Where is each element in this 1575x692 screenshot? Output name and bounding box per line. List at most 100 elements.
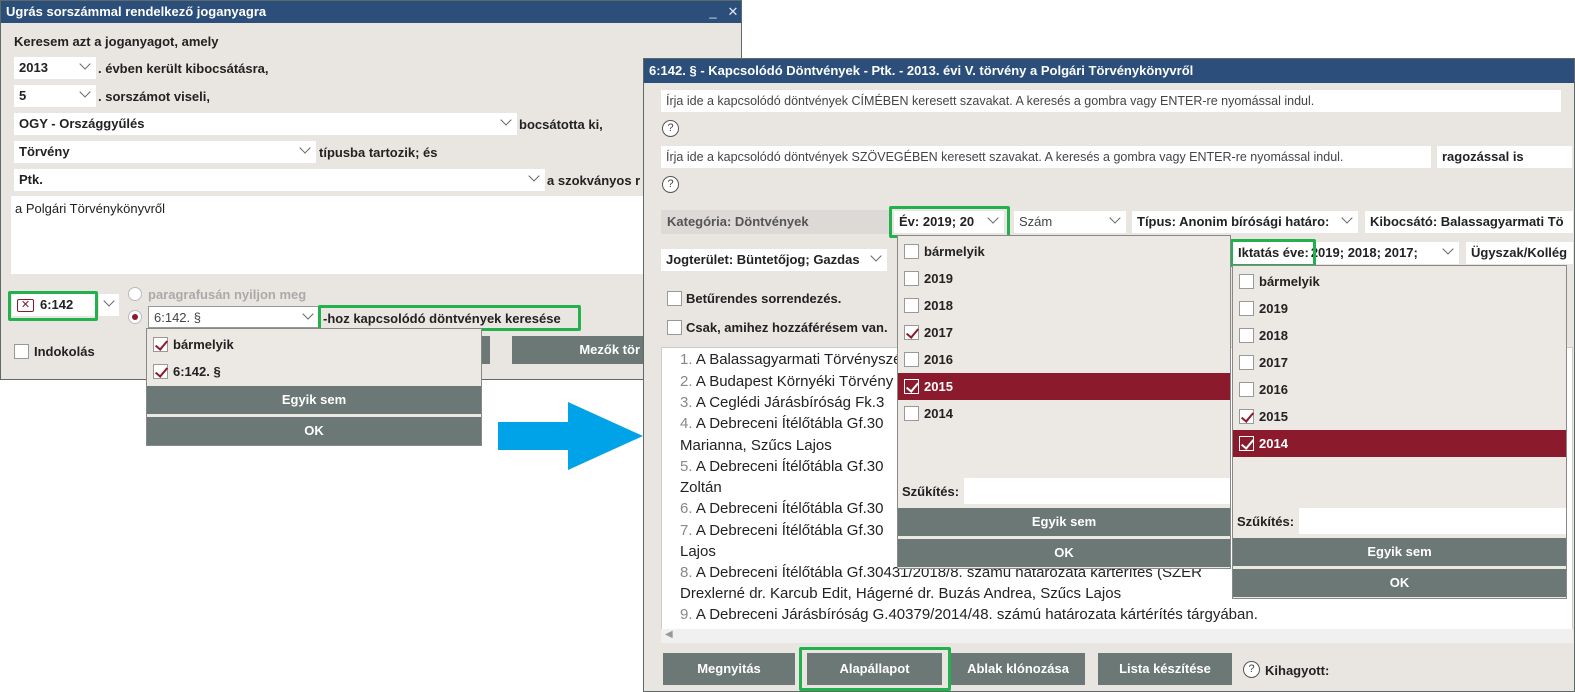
filing-year-dropdown: bármelyik 2019 2018 2017 2016 2015 2014 Szűkít… xyxy=(1232,265,1567,599)
help-icon[interactable]: ? xyxy=(662,120,679,137)
year-option-label: 2016 xyxy=(1259,382,1288,397)
long-title-area[interactable]: a Polgári Törvénykönyvről xyxy=(11,196,671,274)
year-select-value: 2013 xyxy=(19,60,48,75)
list-item[interactable]: 2. A Budapest Környéki Törvény xyxy=(680,373,893,390)
paragraph-option-label: bármelyik xyxy=(173,337,234,352)
year-option[interactable]: 2014 xyxy=(1233,430,1566,457)
indokolas-checkbox[interactable] xyxy=(14,344,29,359)
short-name-select[interactable]: Ptk. xyxy=(14,169,545,191)
paragraph-select[interactable]: 6:142. § xyxy=(148,306,320,328)
title-search-input[interactable]: Írja ide a kapcsolódó döntvények CÍMÉBEN… xyxy=(661,90,1561,112)
close-icon[interactable]: ✕ xyxy=(725,1,741,23)
help-icon[interactable]: ? xyxy=(662,176,679,193)
year-suffix: . évben került kibocsátásra, xyxy=(98,61,269,76)
text-search-input[interactable]: Írja ide a kapcsolódó döntvények SZÖVEGÉ… xyxy=(661,146,1431,168)
fields-clear-button[interactable]: Mezők tör xyxy=(512,336,646,364)
paragraph-option-6142[interactable]: 6:142. § xyxy=(147,358,481,385)
section-dropdown-button[interactable] xyxy=(99,294,119,316)
chevron-down-icon xyxy=(1108,213,1122,227)
list-item-cont: Zoltán xyxy=(680,479,722,496)
radio-open-paragraph-label: paragrafusán nyiljon meg xyxy=(148,287,307,302)
year-option-label: 2016 xyxy=(924,352,953,367)
number-select[interactable]: 5 xyxy=(14,85,96,107)
checkbox-icon xyxy=(1239,355,1254,370)
results-scrollbar[interactable]: ◀ xyxy=(661,629,1573,643)
open-button[interactable]: Megnyitás xyxy=(663,653,795,685)
paragraph-select-value: 6:142. § xyxy=(154,310,201,325)
year-option[interactable]: bármelyik xyxy=(1233,268,1566,295)
list-item[interactable]: 4. A Debreceni Ítélőtábla Gf.30 xyxy=(680,415,883,432)
type-select[interactable]: Törvény xyxy=(14,141,316,163)
list-item[interactable]: 3. A Ceglédi Járásbíróság Fk.3 xyxy=(680,394,884,411)
type-select-value: Törvény xyxy=(19,144,70,159)
clone-button[interactable]: Ablak klónozása xyxy=(951,653,1085,685)
paragraph-option-any[interactable]: bármelyik xyxy=(147,331,481,358)
title-search-placeholder: Írja ide a kapcsolódó döntvények CÍMÉBEN… xyxy=(666,94,1315,108)
year-none-button[interactable]: Egyik sem xyxy=(898,508,1230,536)
year-select[interactable]: 2013 xyxy=(14,57,96,79)
help-icon[interactable]: ? xyxy=(1243,661,1260,678)
type-filter[interactable]: Típus: Anonim bírósági határo: xyxy=(1132,211,1358,233)
number-filter[interactable]: Szám xyxy=(1014,211,1126,233)
checkbox-icon xyxy=(904,244,919,259)
radio-related-search[interactable] xyxy=(128,310,142,324)
number-filter-value: Szám xyxy=(1019,214,1053,229)
year-option[interactable]: bármelyik xyxy=(898,238,1230,265)
list-item[interactable]: 5. A Debreceni Ítélőtábla Gf.30 xyxy=(680,458,883,475)
year-option[interactable]: 2016 xyxy=(1233,376,1566,403)
year-option-label: 2018 xyxy=(924,298,953,313)
filing-none-button[interactable]: Egyik sem xyxy=(1233,538,1566,566)
list-item[interactable]: 9. A Debreceni Járásbíróság G.40379/2014… xyxy=(680,606,1258,623)
list-item-cont: Lajos xyxy=(680,543,716,560)
paragraph-none-button[interactable]: Egyik sem xyxy=(147,386,481,414)
list-item[interactable]: 7. A Debreceni Ítélőtábla Gf.30 xyxy=(680,522,883,539)
highlight-year-filter xyxy=(889,206,1010,238)
year-option[interactable]: 2016 xyxy=(898,346,1230,373)
scroll-left-icon[interactable]: ◀ xyxy=(665,629,673,640)
checkbox-icon xyxy=(1239,409,1254,424)
year-option[interactable]: 2015 xyxy=(1233,403,1566,430)
checkbox-icon xyxy=(153,364,168,379)
alphabetical-label: Betűrendes sorrendezés. xyxy=(686,291,842,306)
alphabetical-checkbox[interactable] xyxy=(667,291,682,306)
checkbox-icon xyxy=(1239,301,1254,316)
inflection-toggle[interactable]: ragozással is xyxy=(1437,146,1572,168)
filing-narrow-row: Szűkítés: xyxy=(1233,508,1566,534)
list-item-cont: Drexlerné dr. Karcub Edit, Hágerné dr. B… xyxy=(680,585,1122,602)
issuer-filter[interactable]: Kibocsátó: Balassagyarmati Tö xyxy=(1365,211,1573,233)
number-select-value: 5 xyxy=(19,88,27,103)
paragraph-ok-button[interactable]: OK xyxy=(147,417,481,445)
year-option-label: 2015 xyxy=(924,379,953,394)
list-item[interactable]: 6. A Debreceni Ítélőtábla Gf.30 xyxy=(680,500,883,517)
year-option[interactable]: 2018 xyxy=(898,292,1230,319)
category-filter[interactable]: Kategória: Döntvények xyxy=(661,210,891,234)
year-narrow-input[interactable] xyxy=(964,478,1230,504)
year-ok-button[interactable]: OK xyxy=(898,539,1230,567)
checkbox-icon xyxy=(1239,436,1254,451)
year-option[interactable]: 2018 xyxy=(1233,322,1566,349)
year-option[interactable]: 2015 xyxy=(898,373,1230,400)
accessible-only-checkbox[interactable] xyxy=(667,320,682,335)
case-type-filter[interactable]: Ügyszak/Kollég xyxy=(1466,242,1573,264)
radio-open-paragraph[interactable] xyxy=(128,287,142,301)
minimize-icon[interactable]: _ xyxy=(705,1,721,23)
year-option-label: bármelyik xyxy=(1259,274,1320,289)
checkbox-icon xyxy=(904,325,919,340)
chevron-down-icon xyxy=(1441,244,1455,258)
year-option[interactable]: 2019 xyxy=(898,265,1230,292)
chevron-down-icon xyxy=(527,171,541,185)
year-option-label: bármelyik xyxy=(924,244,985,259)
legal-area-filter[interactable]: Jogterület: Büntetőjog; Gazdas xyxy=(661,249,887,271)
list-item[interactable]: 1. A Balassagyarmati Törvényszé xyxy=(680,351,902,368)
checkbox-icon xyxy=(1239,382,1254,397)
filing-narrow-input[interactable] xyxy=(1299,508,1566,534)
year-option[interactable]: 2019 xyxy=(1233,295,1566,322)
year-option[interactable]: 2017 xyxy=(1233,349,1566,376)
issuer-filter-value: Kibocsátó: Balassagyarmati Tö xyxy=(1370,214,1564,229)
issuer-select[interactable]: OGY - Országgyűlés xyxy=(14,113,517,135)
year-option[interactable]: 2014 xyxy=(898,400,1230,427)
filing-ok-button[interactable]: OK xyxy=(1233,569,1566,597)
list-button[interactable]: Lista készítése xyxy=(1098,653,1232,685)
year-option[interactable]: 2017 xyxy=(898,319,1230,346)
chevron-down-icon xyxy=(869,251,883,265)
